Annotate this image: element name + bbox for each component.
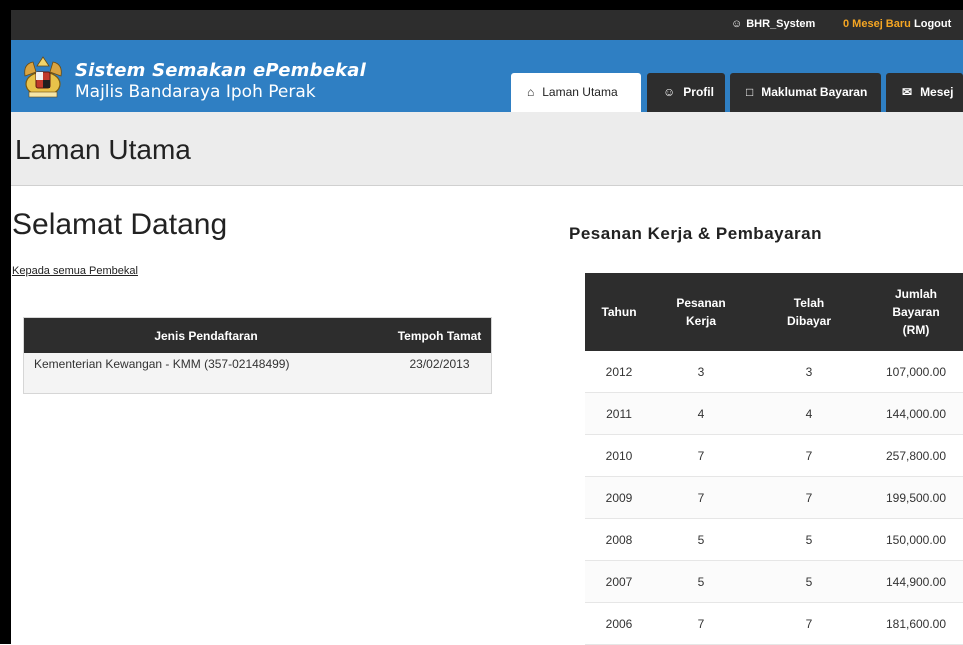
orders-cell: 3 [653,351,749,393]
column-header-orders: Pesanan Kerja [653,273,749,351]
orders-cell: 4 [653,392,749,435]
expiry-date: 23/02/2013 [388,353,492,394]
site-title: Sistem Semakan ePembekal [75,60,367,81]
logout-link[interactable]: Logout [914,18,951,30]
table-row: 2011 4 4 144,000.00 [585,392,963,435]
tab-label: Laman Utama [542,85,618,99]
column-header-amount: Jumlah Bayaran (RM) [869,273,963,351]
paid-cell: 5 [749,518,869,561]
amount-cell: 199,500.00 [869,476,963,519]
user-name: BHR_System [746,18,816,30]
page-title-bar: Laman Utama [11,112,963,186]
envelope-icon: ✉ [902,85,913,99]
year-cell: 2006 [585,602,653,645]
user-icon: ☺ [731,18,743,30]
orders-cell: 7 [653,434,749,477]
amount-cell: 144,900.00 [869,560,963,603]
clipboard-icon: □ [746,85,754,99]
table-row: 2007 5 5 144,900.00 [585,560,963,603]
column-header-paid: Telah Dibayar [749,273,869,351]
coat-of-arms-logo [24,56,62,98]
amount-cell: 257,800.00 [869,434,963,477]
tab-laman-utama[interactable]: ⌂ Laman Utama [511,73,641,112]
table-row: Kementerian Kewangan - KMM (357-02148499… [23,353,492,394]
column-header: Tempoh Tamat [388,317,492,353]
user-icon: ☺ [663,85,676,99]
site-header: Sistem Semakan ePembekal Majlis Bandaray… [11,40,963,112]
tab-mesej[interactable]: ✉ Mesej [886,73,963,112]
paid-cell: 5 [749,560,869,603]
tab-label: Maklumat Bayaran [761,85,868,99]
payments-title: Pesanan Kerja & Pembayaran [569,224,823,243]
year-cell: 2010 [585,434,653,477]
paid-cell: 7 [749,434,869,477]
year-cell: 2008 [585,518,653,561]
year-cell: 2012 [585,351,653,393]
amount-cell: 150,000.00 [869,518,963,561]
column-header: Jenis Pendaftaran [23,317,388,353]
table-row: 2006 7 7 181,600.00 [585,602,963,645]
table-header-row: Jenis Pendaftaran Tempoh Tamat [23,317,492,353]
orders-cell: 7 [653,476,749,519]
table-row: 2010 7 7 257,800.00 [585,434,963,477]
table-row: 2012 3 3 107,000.00 [585,351,963,393]
greeting-text: Kepada semua Pembekal [12,265,138,277]
year-cell: 2011 [585,392,653,435]
page-title: Laman Utama [15,134,191,165]
year-cell: 2007 [585,560,653,603]
tab-profil[interactable]: ☺ Profil [647,73,725,112]
paid-cell: 7 [749,602,869,645]
amount-cell: 107,000.00 [869,351,963,393]
user-menu[interactable]: ☺ BHR_System [731,18,815,30]
registration-table: Jenis Pendaftaran Tempoh Tamat Kementeri… [23,317,492,394]
paid-cell: 7 [749,476,869,519]
paid-cell: 3 [749,351,869,393]
column-header-year: Tahun [585,273,653,351]
table-header-row: Tahun Pesanan Kerja Telah Dibayar Jumlah Ba… [585,273,963,351]
new-messages-link[interactable]: 0 Mesej Baru [843,18,911,30]
year-cell: 2009 [585,476,653,519]
home-icon: ⌂ [527,85,535,99]
tab-maklumat-bayaran[interactable]: □ Maklumat Bayaran [730,73,881,112]
orders-cell: 7 [653,602,749,645]
paid-cell: 4 [749,392,869,435]
table-row: 2009 7 7 199,500.00 [585,476,963,519]
top-bar: ☺ BHR_System 0 Mesej Baru Logout [11,10,963,40]
orders-cell: 5 [653,518,749,561]
payments-table: Tahun Pesanan Kerja Telah Dibayar Jumlah Ba… [585,273,963,645]
registration-type: Kementerian Kewangan - KMM (357-02148499… [23,353,388,394]
window-frame-left [0,0,11,644]
amount-cell: 144,000.00 [869,392,963,435]
table-row: 2008 5 5 150,000.00 [585,518,963,561]
amount-cell: 181,600.00 [869,602,963,645]
orders-cell: 5 [653,560,749,603]
tab-label: Profil [683,85,714,99]
welcome-heading: Selamat Datang [12,208,228,241]
window-frame-top [0,0,963,10]
site-subtitle: Majlis Bandaraya Ipoh Perak [75,82,316,102]
tab-label: Mesej [920,85,954,99]
